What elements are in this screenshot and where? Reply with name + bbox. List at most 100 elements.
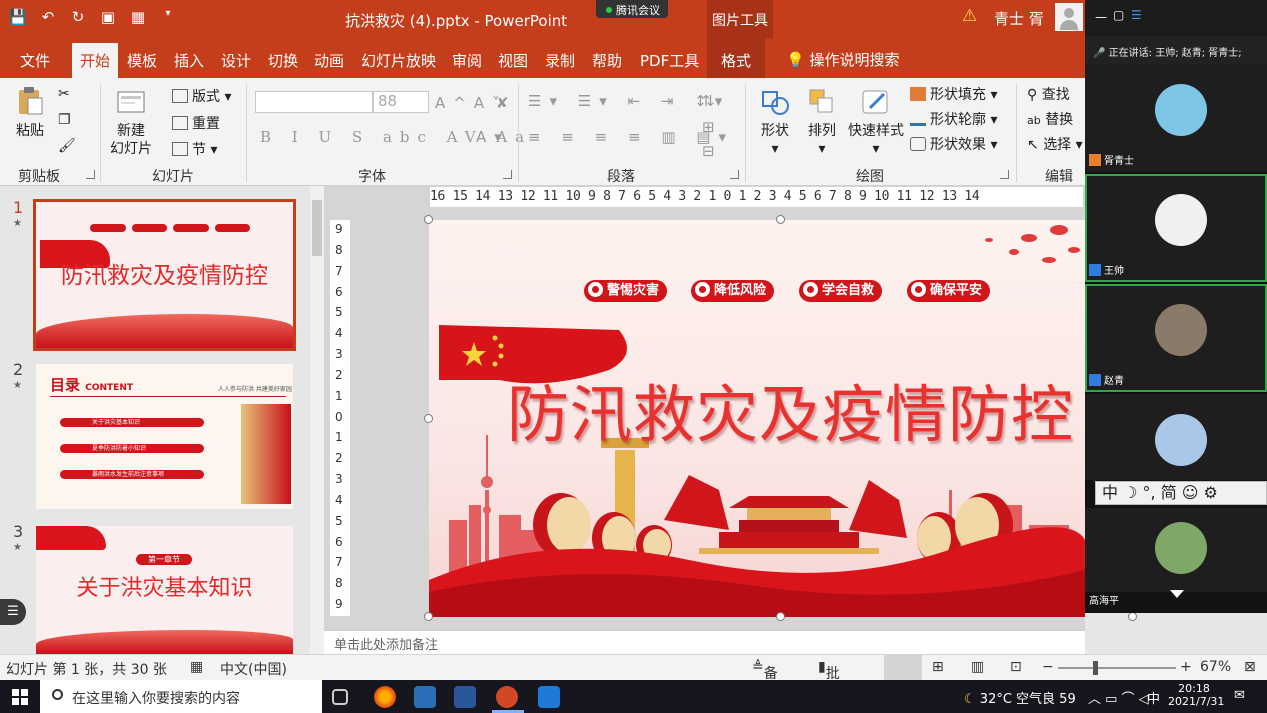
tab-record[interactable]: 录制 (545, 50, 575, 71)
font-size-box[interactable]: 88 (373, 91, 429, 113)
zoom-in-icon[interactable]: + (1180, 659, 1192, 675)
tab-transitions[interactable]: 切换 (268, 50, 298, 71)
normal-view-icon[interactable] (884, 655, 922, 681)
warning-icon[interactable]: ⚠ (962, 6, 977, 26)
tab-animations[interactable]: 动画 (314, 50, 344, 71)
scrollbar-thumb[interactable] (312, 200, 322, 256)
user-avatar[interactable] (1055, 3, 1083, 31)
windows-start-icon[interactable] (12, 689, 28, 705)
tab-design[interactable]: 设计 (221, 50, 251, 71)
tab-help[interactable]: 帮助 (592, 50, 622, 71)
resize-handle[interactable] (776, 215, 785, 224)
ime-toolbar[interactable]: 中 ☽ °, 简 ☺ ⚙ (1095, 481, 1267, 505)
new-slide-button[interactable]: 新建 幻灯片 (106, 86, 156, 158)
notes-pane[interactable]: 单击此处添加备注 (324, 630, 1085, 654)
tab-slideshow[interactable]: 幻灯片放映 (361, 50, 436, 71)
tab-view[interactable]: 视图 (498, 50, 528, 71)
text-direction-icon[interactable]: ⇅ (702, 92, 723, 110)
list-icons[interactable]: ☰▾ ☰▾ ⇤ ⇥ ↕▾ (528, 92, 730, 110)
redo-icon[interactable]: ↻ (68, 8, 88, 26)
paragraph-launcher-icon[interactable] (730, 170, 739, 179)
dev-app-icon[interactable] (414, 686, 436, 708)
firefox-icon[interactable] (374, 686, 396, 708)
customize-qat-icon[interactable]: ▾ (158, 8, 178, 26)
restore-icon[interactable]: ▢ (1113, 8, 1124, 22)
zoom-out-icon[interactable]: − (1042, 659, 1054, 675)
arrange-button[interactable]: 排列 ▾ (804, 86, 840, 158)
quick-styles-button[interactable]: 快速样式 ▾ (846, 86, 906, 158)
select-button[interactable]: ↖ 选择 ▾ (1027, 134, 1083, 154)
ime-indicator[interactable]: 中 (1147, 688, 1160, 707)
thumbnail-scrollbar[interactable] (310, 186, 324, 654)
tab-pdf-tools[interactable]: PDF工具 (640, 50, 699, 71)
notification-icon[interactable]: ✉ (1234, 688, 1245, 703)
zoom-slider-thumb[interactable] (1093, 661, 1098, 675)
taskbar-search-input[interactable]: 在这里输入你要搜索的内容 (40, 680, 322, 713)
format-painter-icon[interactable]: 🖌 (58, 138, 76, 154)
zoom-slider[interactable] (1058, 667, 1176, 669)
clipboard-launcher-icon[interactable] (86, 170, 95, 179)
current-slide[interactable]: 警惕灾害 降低风险 学会自救 确保平安 防汛救灾及疫情防控 (429, 220, 1085, 617)
align-text-icon[interactable]: ⊞ (702, 118, 723, 136)
thumbnail-slide-2[interactable]: 目录 CONTENT 人人参与防洪 共建美好家园 关于洪灾基本知识 夏季防洪防暑… (36, 364, 293, 509)
clear-formatting-icon[interactable]: ✘ (496, 94, 517, 112)
participant-tile[interactable]: 赵青 (1085, 284, 1267, 392)
tab-format[interactable]: 格式 (707, 38, 766, 78)
shapes-button[interactable]: 形状 ▾ (757, 86, 793, 158)
minimize-icon[interactable]: — (1095, 10, 1107, 24)
powerpoint-icon[interactable] (496, 686, 518, 708)
replace-button[interactable]: ab 替换 (1027, 109, 1073, 129)
save-icon[interactable]: 💾 (8, 8, 28, 26)
slide-sorter-icon[interactable]: ⊞ (932, 659, 944, 675)
thumbnail-slide-3[interactable]: 第一章节 关于洪灾基本知识 (36, 526, 293, 654)
user-name[interactable]: 青士 胥 (994, 8, 1044, 29)
find-button[interactable]: ⚲ 查找 (1027, 84, 1070, 104)
paste-button[interactable]: 粘贴 (12, 86, 48, 140)
slideshow-icon[interactable]: ⊡ (1010, 659, 1022, 675)
tencent-meeting-badge[interactable]: 腾讯会议 (596, 0, 668, 18)
layout-switch-icon[interactable]: ☰ (1131, 8, 1142, 22)
reset-button[interactable]: 重置 (172, 113, 220, 133)
participant-tile[interactable]: 高海平 (1085, 508, 1267, 607)
participant-tile[interactable]: 王帅 (1085, 174, 1267, 282)
resize-handle[interactable] (1128, 612, 1137, 621)
font-launcher-icon[interactable] (503, 170, 512, 179)
thumbnail-slide-1[interactable]: 防汛救灾及疫情防控 (33, 199, 296, 351)
layout-button[interactable]: 版式 ▾ (172, 86, 231, 106)
tab-review[interactable]: 审阅 (452, 50, 482, 71)
tab-insert[interactable]: 插入 (174, 50, 204, 71)
word-icon[interactable] (454, 686, 476, 708)
shape-fill-button[interactable]: 形状填充 ▾ (910, 84, 997, 104)
tab-templates[interactable]: 模板 (127, 50, 157, 71)
smartart-icon[interactable]: ⊟ (702, 142, 723, 160)
tell-me-search[interactable]: 💡 操作说明搜索 (786, 49, 899, 70)
present-icon[interactable]: ▣ (98, 8, 118, 26)
shape-outline-button[interactable]: 形状轮廓 ▾ (910, 109, 997, 129)
drawing-launcher-icon[interactable] (1000, 170, 1009, 179)
tab-file[interactable]: 文件 (20, 50, 50, 71)
undo-icon[interactable]: ↶ (38, 8, 58, 26)
resize-handle[interactable] (424, 414, 433, 423)
reading-view-icon[interactable]: ▥ (971, 659, 984, 675)
clock[interactable]: 20:18 2021/7/31 (1168, 682, 1224, 708)
shape-effects-button[interactable]: 形状效果 ▾ (910, 134, 997, 154)
section-button[interactable]: 节 ▾ (172, 139, 217, 159)
accessibility-icon[interactable]: ▦ (190, 659, 203, 675)
copy-icon[interactable]: ❐ (58, 112, 71, 128)
tray-icons[interactable]: ︿ ▭ ⌒ ◁ (1088, 688, 1149, 707)
font-name-box[interactable] (255, 91, 373, 113)
layout-icon[interactable]: ▦ (128, 8, 148, 26)
notes-button[interactable]: ≜ 备注 (752, 659, 778, 702)
resize-handle[interactable] (424, 215, 433, 224)
fit-slide-icon[interactable]: ⊠ (1244, 659, 1256, 675)
comments-button[interactable]: ▮ 批注 (818, 659, 840, 702)
participant-tile[interactable]: 胥青士 (1085, 64, 1267, 172)
weather-widget[interactable]: ☾ 32°C 空气良 59 (964, 688, 1076, 707)
task-view-icon[interactable] (332, 689, 348, 705)
resize-handle[interactable] (424, 612, 433, 621)
tab-home[interactable]: 开始 (72, 43, 119, 78)
photos-icon[interactable] (538, 686, 560, 708)
language-indicator[interactable]: 中文(中国) (220, 659, 287, 679)
slide-main-title[interactable]: 防汛救灾及疫情防控 (507, 364, 1074, 454)
cut-icon[interactable]: ✂ (58, 86, 70, 102)
